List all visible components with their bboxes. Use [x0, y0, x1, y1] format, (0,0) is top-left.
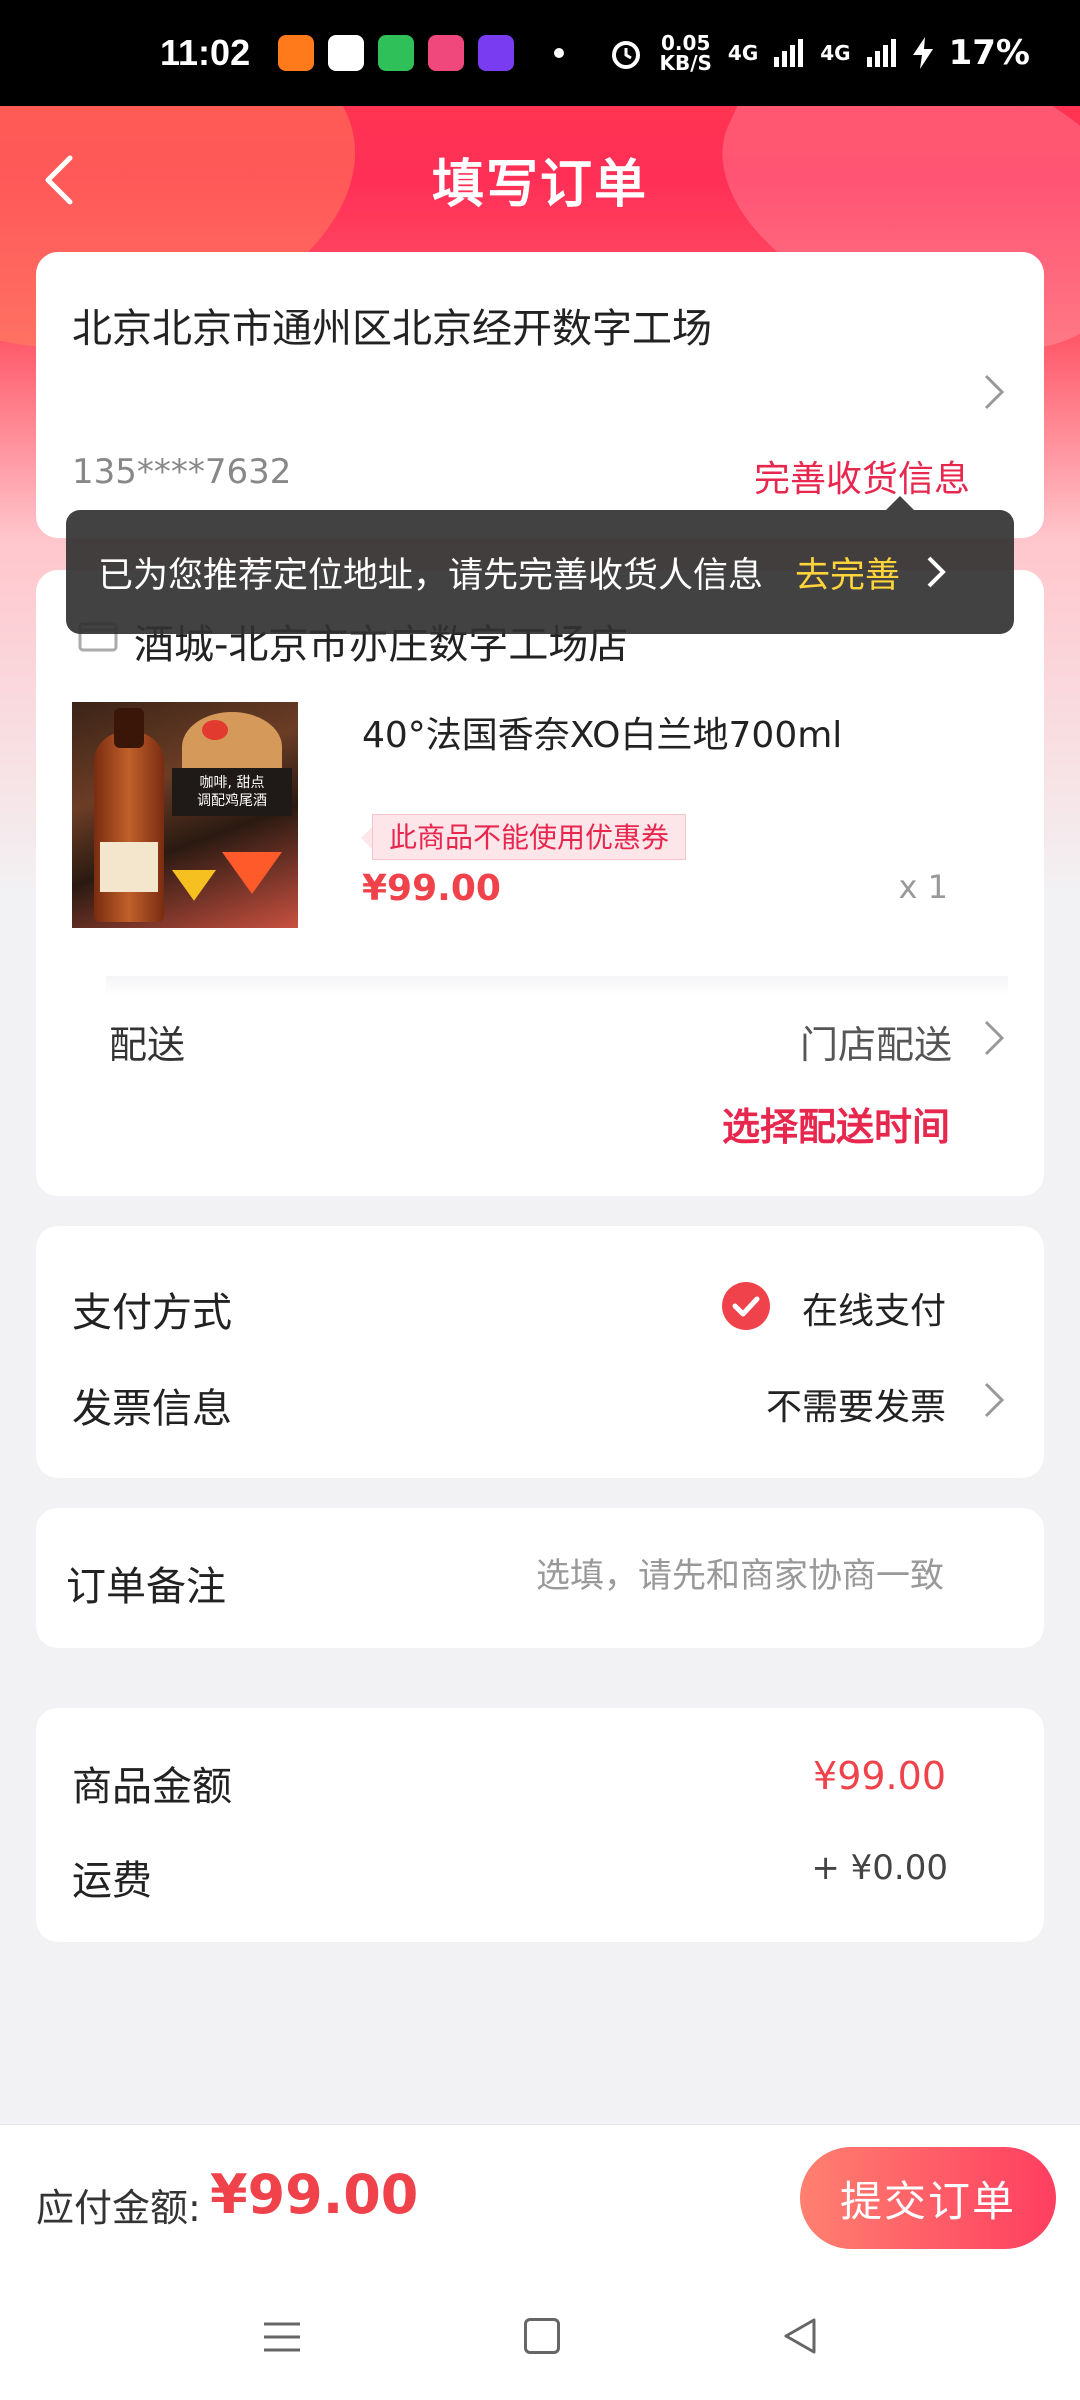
cocktail-graphic	[222, 852, 282, 894]
signal-4g-2: 4G	[820, 41, 851, 65]
chevron-right-icon	[984, 374, 1005, 410]
more-notifications-icon	[554, 48, 565, 58]
app-notification-icon	[478, 35, 515, 71]
order-note-label: 订单备注	[66, 1564, 226, 1610]
toast-action-link[interactable]: 去完善	[795, 547, 900, 598]
app-notification-icon	[328, 35, 365, 71]
payment-method-label: 支付方式	[72, 1290, 232, 1336]
checkmark-icon	[732, 1296, 760, 1317]
signal-bars-icon	[774, 39, 804, 67]
message-icon	[378, 35, 415, 71]
chevron-right-icon[interactable]	[980, 1380, 1008, 1420]
order-note-card: 订单备注	[36, 1508, 1044, 1648]
store-order-card: 酒城-北京市亦庄数字工场店 咖啡, 甜点 调配鸡尾酒 40°法国香奈XO白兰地7…	[36, 570, 1044, 1196]
goods-amount-value: ¥99.00	[813, 1754, 946, 1798]
coupon-restriction-tag: 此商品不能使用优惠券	[360, 814, 687, 860]
toast-message: 已为您推荐定位地址，请先完善收货人信息	[98, 555, 764, 596]
signal-4g-1: 4G	[727, 41, 759, 65]
address-hint-toast[interactable]: 已为您推荐定位地址，请先完善收货人信息 去完善	[66, 496, 1014, 634]
image-caption: 咖啡, 甜点 调配鸡尾酒	[172, 768, 292, 816]
checkout-bar: 应付金额: ¥99.00 提交订单	[0, 2124, 1080, 2276]
payment-method-value[interactable]: 在线支付	[802, 1282, 946, 1334]
payable-amount: ¥99.00	[210, 2163, 419, 2226]
select-delivery-time-link[interactable]: 选择配送时间	[722, 1096, 950, 1151]
bottle-neck-graphic	[114, 708, 144, 748]
app-notification-icon	[278, 35, 315, 71]
product-quantity: x 1	[898, 868, 948, 906]
network-speed: 0.05 KB/S	[659, 31, 712, 75]
product-name[interactable]: 40°法国香奈XO白兰地700ml	[362, 706, 842, 758]
bottle-graphic	[94, 732, 164, 922]
page-title: 填写订单	[431, 154, 648, 215]
invoice-label: 发票信息	[72, 1386, 232, 1432]
complete-address-link[interactable]: 完善收货信息	[754, 450, 970, 502]
goods-amount-label: 商品金额	[72, 1764, 232, 1810]
status-time: 11:02	[160, 32, 251, 73]
chevron-right-icon[interactable]	[980, 1018, 1008, 1058]
notification-icons	[278, 35, 515, 71]
product-image[interactable]: 咖啡, 甜点 调配鸡尾酒	[72, 702, 298, 928]
divider	[106, 976, 1008, 996]
shipping-method[interactable]: 门店配送	[800, 1014, 952, 1069]
navigation-header: 填写订单	[0, 106, 1080, 252]
product-price: ¥99.00	[362, 868, 501, 909]
home-icon[interactable]	[524, 2318, 560, 2354]
fruit-graphic	[202, 720, 228, 740]
bilibili-icon	[428, 35, 465, 71]
payment-card: 支付方式 在线支付 发票信息 不需要发票	[36, 1226, 1044, 1478]
payable-label: 应付金额:	[36, 2186, 201, 2230]
phone-number: 135****7632	[72, 452, 292, 492]
shipping-label: 配送	[109, 1023, 186, 1067]
freight-value: + ¥0.00	[811, 1848, 948, 1888]
freight-label: 运费	[72, 1858, 152, 1904]
check-circle-icon[interactable]	[722, 1282, 770, 1330]
submit-order-button[interactable]: 提交订单	[800, 2147, 1056, 2249]
invoice-value[interactable]: 不需要发票	[766, 1378, 946, 1430]
system-navigation-bar	[0, 2276, 1080, 2400]
cocktail-graphic	[172, 870, 216, 901]
status-bar: 11:02 0.05 KB/S 4G 4G 17%	[0, 0, 1080, 106]
chevron-right-icon[interactable]	[924, 554, 948, 590]
charging-icon	[912, 37, 933, 69]
signal-bars-icon	[866, 39, 896, 67]
alarm-icon	[612, 41, 641, 69]
bottle-label-graphic	[100, 842, 158, 892]
menu-icon[interactable]	[262, 2318, 302, 2356]
back-triangle-icon[interactable]	[780, 2316, 820, 2356]
battery-level: 17%	[948, 33, 1030, 73]
address-text: 北京北京市通州区北京经开数字工场	[72, 306, 712, 352]
price-summary-card: 商品金额 ¥99.00 运费 + ¥0.00	[36, 1708, 1044, 1942]
back-arrow-icon[interactable]	[32, 150, 92, 210]
order-note-input[interactable]	[424, 1544, 944, 1608]
